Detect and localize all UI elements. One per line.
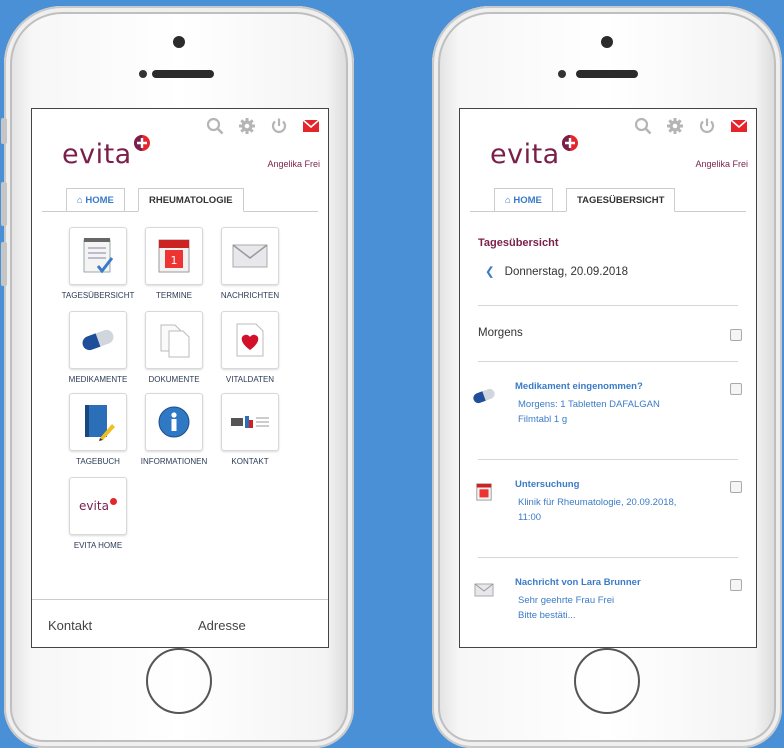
logo-cross-icon bbox=[109, 497, 117, 505]
entry-title: Nachricht von Lara Brunner bbox=[515, 577, 641, 588]
front-camera bbox=[601, 36, 613, 48]
logo-cross-icon bbox=[133, 135, 150, 151]
divider bbox=[478, 361, 738, 362]
entry-text: Morgens: 1 Tabletten DAFALGAN Filmtabl 1 … bbox=[518, 399, 660, 425]
envelope-icon bbox=[221, 227, 279, 285]
footer-kontakt-link[interactable]: Kontakt bbox=[48, 618, 92, 633]
page-title: Tagesübersicht bbox=[478, 237, 559, 249]
screen-right: evita Angelika Frei ⌂ HOME TAGESÜBERSICH… bbox=[459, 108, 757, 648]
user-name: Angelika Frei bbox=[695, 159, 748, 169]
checklist-icon bbox=[69, 227, 127, 285]
tile-informationen[interactable]: INFORMATIONEN bbox=[136, 393, 212, 466]
tile-dokumente[interactable]: DOKUMENTE bbox=[136, 311, 212, 384]
sensor bbox=[139, 70, 147, 78]
home-button bbox=[574, 648, 640, 714]
entry-title: Untersuchung bbox=[515, 479, 580, 490]
evita-logo[interactable]: evita bbox=[62, 135, 150, 170]
front-camera bbox=[173, 36, 185, 48]
power-icon[interactable] bbox=[698, 117, 716, 135]
divider bbox=[478, 557, 738, 558]
gear-icon[interactable] bbox=[238, 117, 256, 135]
entry-text: Sehr geehrte Frau Frei Bitte bestäti... bbox=[518, 595, 615, 621]
tile-kontakt[interactable]: KONTAKT bbox=[212, 393, 288, 466]
diary-icon bbox=[69, 393, 127, 451]
logo-cross-icon bbox=[561, 135, 578, 151]
tile-label: TAGESÜBERSICHT bbox=[61, 291, 135, 300]
tab-tagesuebersicht[interactable]: TAGESÜBERSICHT bbox=[566, 188, 676, 212]
divider bbox=[478, 459, 738, 460]
search-icon[interactable] bbox=[634, 117, 652, 135]
footer: Kontakt Adresse bbox=[32, 599, 328, 633]
tile-label: INFORMATIONEN bbox=[140, 457, 208, 466]
tile-label: TAGEBUCH bbox=[76, 457, 120, 466]
tile-medikamente[interactable]: MEDIKAMENTE bbox=[60, 311, 136, 384]
tile-tagesuebersicht[interactable]: TAGESÜBERSICHT bbox=[60, 227, 136, 300]
calendar-icon: 1 bbox=[145, 227, 203, 285]
entry-title: Medikament eingenommen? bbox=[515, 381, 643, 392]
top-icons bbox=[206, 117, 320, 135]
evita-logo-icon: evita bbox=[69, 477, 127, 535]
documents-icon bbox=[145, 311, 203, 369]
tile-label: TERMINE bbox=[156, 291, 192, 300]
svg-text:1: 1 bbox=[171, 254, 178, 267]
phone-left: evita Angelika Frei ⌂ HOME RHEUMATOLOGIE… bbox=[1, 6, 354, 748]
tab-bar: ⌂ HOME RHEUMATOLOGIE bbox=[42, 187, 318, 212]
tile-label: KONTAKT bbox=[231, 457, 269, 466]
tile-tagebuch[interactable]: TAGEBUCH bbox=[60, 393, 136, 466]
date-navigator: ❮ Donnerstag, 20.09.2018 bbox=[485, 264, 628, 278]
tab-home[interactable]: ⌂ HOME bbox=[66, 188, 125, 212]
tab-home[interactable]: ⌂ HOME bbox=[494, 188, 553, 212]
mail-icon[interactable] bbox=[730, 117, 748, 135]
heart-icon bbox=[221, 311, 279, 369]
tile-vitaldaten[interactable]: VITALDATEN bbox=[212, 311, 288, 384]
entry-checkbox[interactable] bbox=[730, 579, 742, 591]
capsule-icon bbox=[69, 311, 127, 369]
info-icon bbox=[145, 393, 203, 451]
volume-down-button bbox=[1, 242, 7, 286]
tile-nachrichten[interactable]: NACHRICHTEN bbox=[212, 227, 288, 300]
home-button bbox=[146, 648, 212, 714]
tile-evita-home[interactable]: evita EVITA HOME bbox=[60, 477, 136, 550]
mail-icon[interactable] bbox=[302, 117, 320, 135]
volume-up-button bbox=[1, 182, 7, 226]
section-title: Morgens bbox=[478, 327, 523, 339]
user-name: Angelika Frei bbox=[267, 159, 320, 169]
power-icon[interactable] bbox=[270, 117, 288, 135]
mute-switch bbox=[1, 118, 7, 144]
tab-bar: ⌂ HOME TAGESÜBERSICHT bbox=[470, 187, 746, 212]
tile-label: NACHRICHTEN bbox=[220, 291, 280, 300]
tile-label: VITALDATEN bbox=[225, 375, 275, 384]
entry-checkbox[interactable] bbox=[730, 481, 742, 493]
tile-label: DOKUMENTE bbox=[148, 375, 200, 384]
evita-logo[interactable]: evita bbox=[490, 135, 578, 170]
divider bbox=[478, 305, 738, 306]
tab-rheumatologie[interactable]: RHEUMATOLOGIE bbox=[138, 188, 244, 212]
top-icons bbox=[634, 117, 748, 135]
chevron-left-icon[interactable]: ❮ bbox=[485, 266, 495, 278]
tile-termine[interactable]: 1 TERMINE bbox=[136, 227, 212, 300]
search-icon[interactable] bbox=[206, 117, 224, 135]
envelope-icon bbox=[474, 583, 494, 597]
screen-left: evita Angelika Frei ⌂ HOME RHEUMATOLOGIE… bbox=[31, 108, 329, 648]
contact-logo-icon bbox=[221, 393, 279, 451]
footer-adresse-link[interactable]: Adresse bbox=[198, 618, 246, 633]
sensor bbox=[558, 70, 566, 78]
current-date: Donnerstag, 20.09.2018 bbox=[504, 266, 629, 278]
phone-right: evita Angelika Frei ⌂ HOME TAGESÜBERSICH… bbox=[432, 6, 782, 748]
earpiece-speaker bbox=[152, 70, 214, 78]
entry-text: Klinik für Rheumatologie, 20.09.2018, 11:… bbox=[518, 497, 677, 523]
section-checkbox[interactable] bbox=[730, 329, 742, 341]
earpiece-speaker bbox=[576, 70, 638, 78]
tile-label: EVITA HOME bbox=[73, 541, 123, 550]
tile-label: MEDIKAMENTE bbox=[68, 375, 128, 384]
gear-icon[interactable] bbox=[666, 117, 684, 135]
calendar-icon bbox=[476, 483, 492, 501]
entry-checkbox[interactable] bbox=[730, 383, 742, 395]
capsule-icon bbox=[473, 388, 495, 404]
